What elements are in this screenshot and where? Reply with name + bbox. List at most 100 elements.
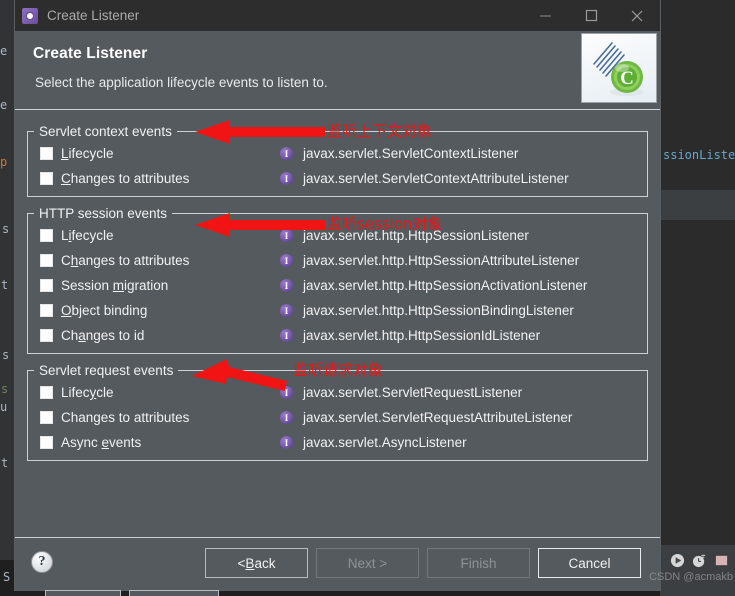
close-icon[interactable] (614, 0, 660, 31)
checkbox-changes-to-attributes-session[interactable] (40, 254, 53, 267)
dialog-titlebar[interactable]: Create Listener (15, 0, 660, 31)
checkbox-lifecycle-session[interactable] (40, 229, 53, 242)
minimize-icon[interactable] (522, 0, 568, 31)
interface-name: javax.servlet.AsyncListener (303, 435, 467, 450)
create-listener-dialog: Create Listener Create Listener Select t… (15, 0, 660, 596)
interface-name: javax.servlet.http.HttpSessionActivation… (303, 278, 588, 293)
listener-row[interactable]: Changes to attributes I javax.servlet.Se… (28, 166, 647, 191)
finish-button[interactable]: Finish (427, 548, 530, 578)
group-rows: Lifecycle I javax.servlet.http.HttpSessi… (28, 221, 647, 354)
mnemonic: g (93, 410, 101, 425)
interface-entry: I javax.servlet.http.HttpSessionListener (280, 228, 529, 243)
help-icon[interactable]: ? (31, 551, 53, 573)
checkbox-label: Lifecycle (61, 146, 114, 161)
label-rest: nges to id (85, 328, 145, 343)
app-square-icon[interactable] (714, 553, 729, 568)
interface-entry: I javax.servlet.ServletRequestListener (280, 385, 522, 400)
java-interface-icon: I (280, 229, 293, 242)
group-legend: Servlet request events (39, 363, 174, 378)
wizard-header: Create Listener Select the application l… (15, 31, 660, 110)
eclipse-wizard-icon (22, 7, 38, 24)
label-start: Chan (61, 410, 94, 425)
checkbox-label: Lifecycle (61, 228, 114, 243)
interface-name: javax.servlet.http.HttpSessionIdListener (303, 328, 541, 343)
label-start: Async (61, 435, 102, 450)
deselect-all-button[interactable]: Deselect All (128, 590, 220, 596)
code-fragment: u (0, 400, 8, 414)
listener-row[interactable]: Changes to id I javax.servlet.http.HttpS… (28, 323, 647, 348)
listener-row[interactable]: Changes to attributes I javax.servlet.Se… (28, 405, 647, 430)
label-start: C (61, 253, 71, 268)
mnemonic: B (245, 555, 255, 571)
code-fragment: s (2, 348, 10, 362)
mnemonic: a (78, 328, 86, 343)
select-all-button[interactable]: Select All (45, 590, 121, 596)
java-interface-icon: I (280, 436, 293, 449)
label-rest: fecycle (71, 228, 114, 243)
listener-row[interactable]: Object binding I javax.servlet.http.Http… (28, 298, 647, 323)
code-fragment: S (3, 570, 11, 584)
code-fragment: ssionListe (663, 148, 735, 162)
code-fragment: t (1, 456, 9, 470)
interface-name: javax.servlet.http.HttpSessionListener (303, 228, 529, 243)
screen: e e p s t s s u t SssionListe Create Listener Cre… (0, 0, 735, 596)
checkbox-label: Session migration (61, 278, 168, 293)
back-button[interactable]: < Back (205, 548, 308, 578)
label-rest: hanges to attributes (70, 171, 190, 186)
java-interface-icon: I (280, 386, 293, 399)
listener-banner-image: C (581, 33, 657, 103)
checkbox-changes-to-id[interactable] (40, 329, 53, 342)
interface-name: javax.servlet.http.HttpSessionAttributeL… (303, 253, 580, 268)
maximize-icon[interactable] (568, 0, 614, 31)
media-play-icon[interactable] (670, 553, 685, 568)
listener-row[interactable]: Lifecycle I javax.servlet.ServletContext… (28, 141, 647, 166)
group-rows: Lifecycle I javax.servlet.ServletRequest… (28, 378, 647, 461)
checkbox-changes-to-attributes-context[interactable] (40, 172, 53, 185)
label-rest: anges to attributes (78, 253, 190, 268)
mnemonic: m (112, 278, 125, 293)
checkbox-lifecycle-context[interactable] (40, 147, 53, 160)
interface-entry: I javax.servlet.AsyncListener (280, 435, 467, 450)
checkbox-label: Lifecycle (61, 385, 114, 400)
listener-row[interactable]: Lifecycle I javax.servlet.ServletRequest… (28, 380, 647, 405)
listener-row[interactable]: Session migration I javax.servlet.http.H… (28, 273, 647, 298)
next-button[interactable]: Next > (316, 548, 419, 578)
mnemonic: L (61, 146, 69, 161)
java-interface-icon: I (280, 254, 293, 267)
interface-entry: I javax.servlet.ServletContextListener (280, 146, 518, 161)
interface-name: javax.servlet.ServletContextListener (303, 146, 519, 161)
window-title: Create Listener (47, 8, 140, 23)
listener-row[interactable]: Async events I javax.servlet.AsyncListen… (28, 430, 647, 455)
listener-row[interactable]: Changes to attributes I javax.servlet.ht… (28, 248, 647, 273)
label-start: Session (61, 278, 113, 293)
wizard-buttons: < Back Next > Finish Cancel (205, 548, 641, 578)
code-fragment: e (0, 98, 8, 112)
checkbox-label: Async events (61, 435, 141, 450)
checkbox-session-migration[interactable] (40, 279, 53, 292)
interface-entry: I javax.servlet.http.HttpSessionIdListen… (280, 328, 540, 343)
label-rest: cle (96, 385, 114, 400)
label-start: < (237, 555, 246, 571)
interface-name: javax.servlet.ServletRequestAttributeLis… (303, 410, 573, 425)
checkbox-label: Changes to attributes (61, 171, 189, 186)
interface-entry: I javax.servlet.ServletContextAttributeL… (280, 171, 569, 186)
cancel-button[interactable]: Cancel (538, 548, 641, 578)
listener-row[interactable]: Lifecycle I javax.servlet.http.HttpSessi… (28, 223, 647, 248)
label-start: Ch (61, 328, 79, 343)
checkbox-label: Changes to attributes (61, 410, 189, 425)
window-controls (522, 0, 660, 31)
mnemonic: C (61, 171, 71, 186)
clock-icon[interactable] (692, 553, 707, 568)
checkbox-label: Changes to id (61, 328, 144, 343)
checkbox-object-binding[interactable] (40, 304, 53, 317)
checkbox-async-events[interactable] (40, 436, 53, 449)
code-fragment: s (1, 382, 9, 396)
editor-right-area (660, 0, 735, 596)
checkbox-changes-to-attributes-request[interactable] (40, 411, 53, 424)
checkbox-label: Object binding (61, 303, 147, 318)
group-rows: Lifecycle I javax.servlet.ServletContext… (28, 139, 647, 197)
checkbox-lifecycle-request[interactable] (40, 386, 53, 399)
dialog-footer: ? < Back Next > Finish Cancel (15, 538, 660, 589)
group-servlet-request-events: Servlet request events Lifecycle I javax… (27, 363, 648, 461)
interface-entry: I javax.servlet.http.HttpSessionBindingL… (280, 303, 574, 318)
